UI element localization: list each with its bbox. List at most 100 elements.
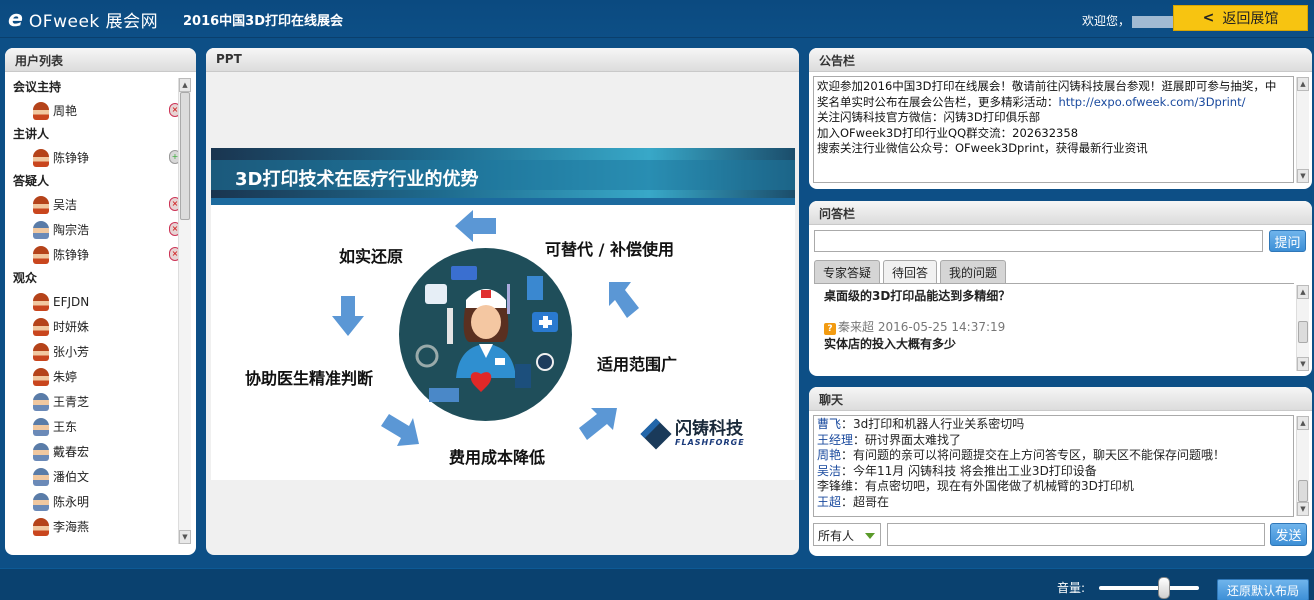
scroll-down-icon[interactable]: ▼ — [1297, 169, 1309, 183]
chat-text: 有点密切吧，现在有外国佬做了机械臂的3D打印机 — [865, 479, 1134, 493]
expo-title: 2016中国3D打印在线展会 — [183, 14, 344, 29]
send-button[interactable]: 发送 — [1270, 523, 1307, 546]
tab-pending[interactable]: 待回答 — [883, 260, 938, 283]
user-row[interactable]: 朱婷 — [11, 364, 181, 389]
label-replace: 可替代 / 补偿使用 — [545, 240, 674, 259]
question-input[interactable] — [814, 230, 1263, 252]
chat-separator: ： — [853, 432, 866, 447]
chat-sender[interactable]: 王经理 — [817, 433, 853, 447]
chat-text: 今年11月 闪铸科技 将会推出工业3D打印设备 — [853, 463, 1097, 478]
user-row[interactable]: 王东 — [11, 414, 181, 439]
user-avatar-icon — [33, 101, 49, 120]
user-name: 戴春宏 — [53, 445, 90, 459]
chat-text: 研讨界面太难找了 — [865, 432, 962, 447]
reset-layout-button[interactable]: 还原默认布局 — [1217, 579, 1309, 600]
question-text: 实体店的投入大概有多少 — [824, 337, 957, 351]
top-header: e OFweek 展会网 2016中国3D打印在线展会 欢迎您， < 返回展馆 — [0, 0, 1314, 38]
chevron-left-icon: < — [1202, 10, 1215, 26]
scroll-up-icon[interactable]: ▲ — [179, 78, 191, 92]
brand-cn: 闪铸科技 — [675, 419, 743, 439]
user-row[interactable]: 陈铮铮 + — [11, 145, 181, 170]
chat-message: 吴洁：今年11月 闪铸科技 将会推出工业3D打印设备 — [817, 464, 1290, 480]
user-row[interactable]: 戴春宏 — [11, 439, 181, 464]
recipient-value: 所有人 — [818, 529, 855, 543]
user-name: 张小芳 — [53, 345, 90, 359]
chat-sender[interactable]: 吴洁 — [817, 464, 841, 478]
expo-link[interactable]: http://expo.ofweek.com/3Dprint/ — [1059, 95, 1246, 109]
back-to-hall-button[interactable]: < 返回展馆 — [1173, 5, 1308, 31]
user-list-scrollbar[interactable]: ▲ ▼ — [178, 78, 191, 544]
volume-slider[interactable] — [1099, 586, 1199, 590]
user-name: 李海燕 — [53, 520, 90, 534]
user-avatar-icon — [33, 148, 49, 167]
scroll-down-icon[interactable]: ▼ — [179, 530, 191, 544]
slide-stripe — [211, 198, 795, 205]
flashforge-mark-icon — [640, 417, 672, 450]
back-button-label: 返回展馆 — [1222, 11, 1279, 27]
user-row[interactable]: 周艳 × — [11, 98, 181, 123]
scroll-up-icon[interactable]: ▲ — [1297, 416, 1309, 430]
tab-expert-answers[interactable]: 专家答疑 — [814, 260, 881, 283]
ofweek-logo[interactable]: e OFweek 展会网 — [8, 6, 158, 32]
chat-panel: 聊天 曹飞：3d打印和机器人行业关系密切吗 王经理：研讨界面太难找了 周艳：有问题的… — [809, 387, 1312, 556]
chat-message: 周艳：有问题的亲可以将问题提交在上方问答专区，聊天区不能保存问题哦！ — [817, 448, 1290, 464]
user-name: 周艳 — [53, 104, 78, 118]
chat-message: 曹飞：3d打印和机器人行业关系密切吗 — [817, 417, 1290, 433]
user-row[interactable]: 潘伯文 — [11, 464, 181, 489]
user-avatar-icon — [33, 195, 49, 214]
scroll-up-icon[interactable]: ▲ — [1297, 285, 1309, 299]
ppt-panel: PPT 3D打印技术在医疗行业的优势 如实还原 可替代 / 补偿使用 协助医生精… — [206, 48, 799, 555]
slide-title: 3D打印技术在医疗行业的优势 — [235, 169, 479, 190]
user-row[interactable]: 陈永明 — [11, 489, 181, 514]
user-row[interactable]: 陈铮铮 × — [11, 242, 181, 267]
user-row[interactable]: 王青芝 — [11, 389, 181, 414]
notice-scrollbar[interactable]: ▲ ▼ — [1296, 77, 1309, 183]
user-name: 时妍姝 — [53, 320, 90, 334]
user-row[interactable]: 张小芳 — [11, 339, 181, 364]
question-meta: ? 秦来超 2016-05-25 14:37:19 — [824, 318, 1284, 335]
user-group-header: 观众 — [13, 271, 38, 285]
scroll-thumb[interactable] — [1298, 321, 1308, 343]
qa-list: 桌面级的3D打印品能达到多精细？ ? 秦来超 2016-05-25 14:37:1… — [814, 283, 1294, 371]
user-row[interactable]: 时妍姝 — [11, 314, 181, 339]
chat-scrollbar[interactable]: ▲ ▼ — [1296, 416, 1309, 516]
chat-sender[interactable]: 李锋维 — [817, 479, 853, 493]
ask-button[interactable]: 提问 — [1269, 230, 1306, 252]
qa-panel: 问答栏 提问 专家答疑 待回答 我的问题 桌面级的3D打印品能达到多精细？ ? 秦… — [809, 201, 1312, 376]
scroll-thumb[interactable] — [1298, 480, 1308, 502]
chat-text: 3d打印和机器人行业关系密切吗 — [853, 417, 1025, 431]
scroll-up-icon[interactable]: ▲ — [1297, 77, 1309, 91]
user-group-header: 答疑人 — [13, 174, 50, 188]
user-avatar-icon — [33, 467, 49, 486]
notice-panel: 公告栏 欢迎参加2016中国3D打印在线展会！敬请前往闪铸科技展台参观！逛展即可… — [809, 48, 1312, 189]
scroll-thumb[interactable] — [180, 92, 190, 220]
user-name: EFJDN — [53, 294, 90, 309]
welcome-text: 欢迎您， — [1082, 12, 1177, 29]
user-row[interactable]: EFJDN — [11, 289, 181, 314]
user-avatar-icon — [33, 245, 49, 264]
qa-scrollbar[interactable]: ▲ ▼ — [1296, 285, 1309, 371]
notice-content: 欢迎参加2016中国3D打印在线展会！敬请前往闪铸科技展台参观！逛展即可参与抽奖… — [813, 76, 1294, 183]
user-row[interactable]: 吴洁 × — [11, 192, 181, 217]
volume-slider-handle[interactable] — [1158, 577, 1170, 599]
user-row[interactable]: 陶宗浩 × — [11, 217, 181, 242]
user-row[interactable]: 李海燕 — [11, 514, 181, 539]
chat-sender[interactable]: 周艳 — [817, 448, 841, 462]
chat-input[interactable] — [887, 523, 1265, 546]
label-range: 适用范围广 — [597, 355, 678, 374]
chat-sender[interactable]: 王超 — [817, 495, 841, 509]
chat-messages: 曹飞：3d打印和机器人行业关系密切吗 王经理：研讨界面太难找了 周艳：有问题的亲可以… — [813, 415, 1294, 517]
user-name: 朱婷 — [53, 370, 78, 384]
chat-sender[interactable]: 曹飞 — [817, 417, 841, 431]
user-list-panel: 用户列表 会议主持 周艳 × 主讲人 陈铮铮 + 答疑人 吴洁 × 陶宗浩 × 陈铮铮 × 观众 EFJDN… — [5, 48, 196, 555]
scroll-down-icon[interactable]: ▼ — [1297, 502, 1309, 516]
arrow-up-left — [609, 282, 639, 318]
recipient-select[interactable]: 所有人 — [813, 523, 881, 546]
username-redacted — [1132, 15, 1177, 28]
user-avatar-icon — [33, 442, 49, 461]
ppt-slide: 3D打印技术在医疗行业的优势 如实还原 可替代 / 补偿使用 协助医生精准判断 … — [211, 148, 795, 480]
scroll-down-icon[interactable]: ▼ — [1297, 357, 1309, 371]
user-name: 陈铮铮 — [53, 248, 90, 262]
logo-e-icon: e — [8, 6, 23, 32]
tab-my-questions[interactable]: 我的问题 — [940, 260, 1007, 283]
